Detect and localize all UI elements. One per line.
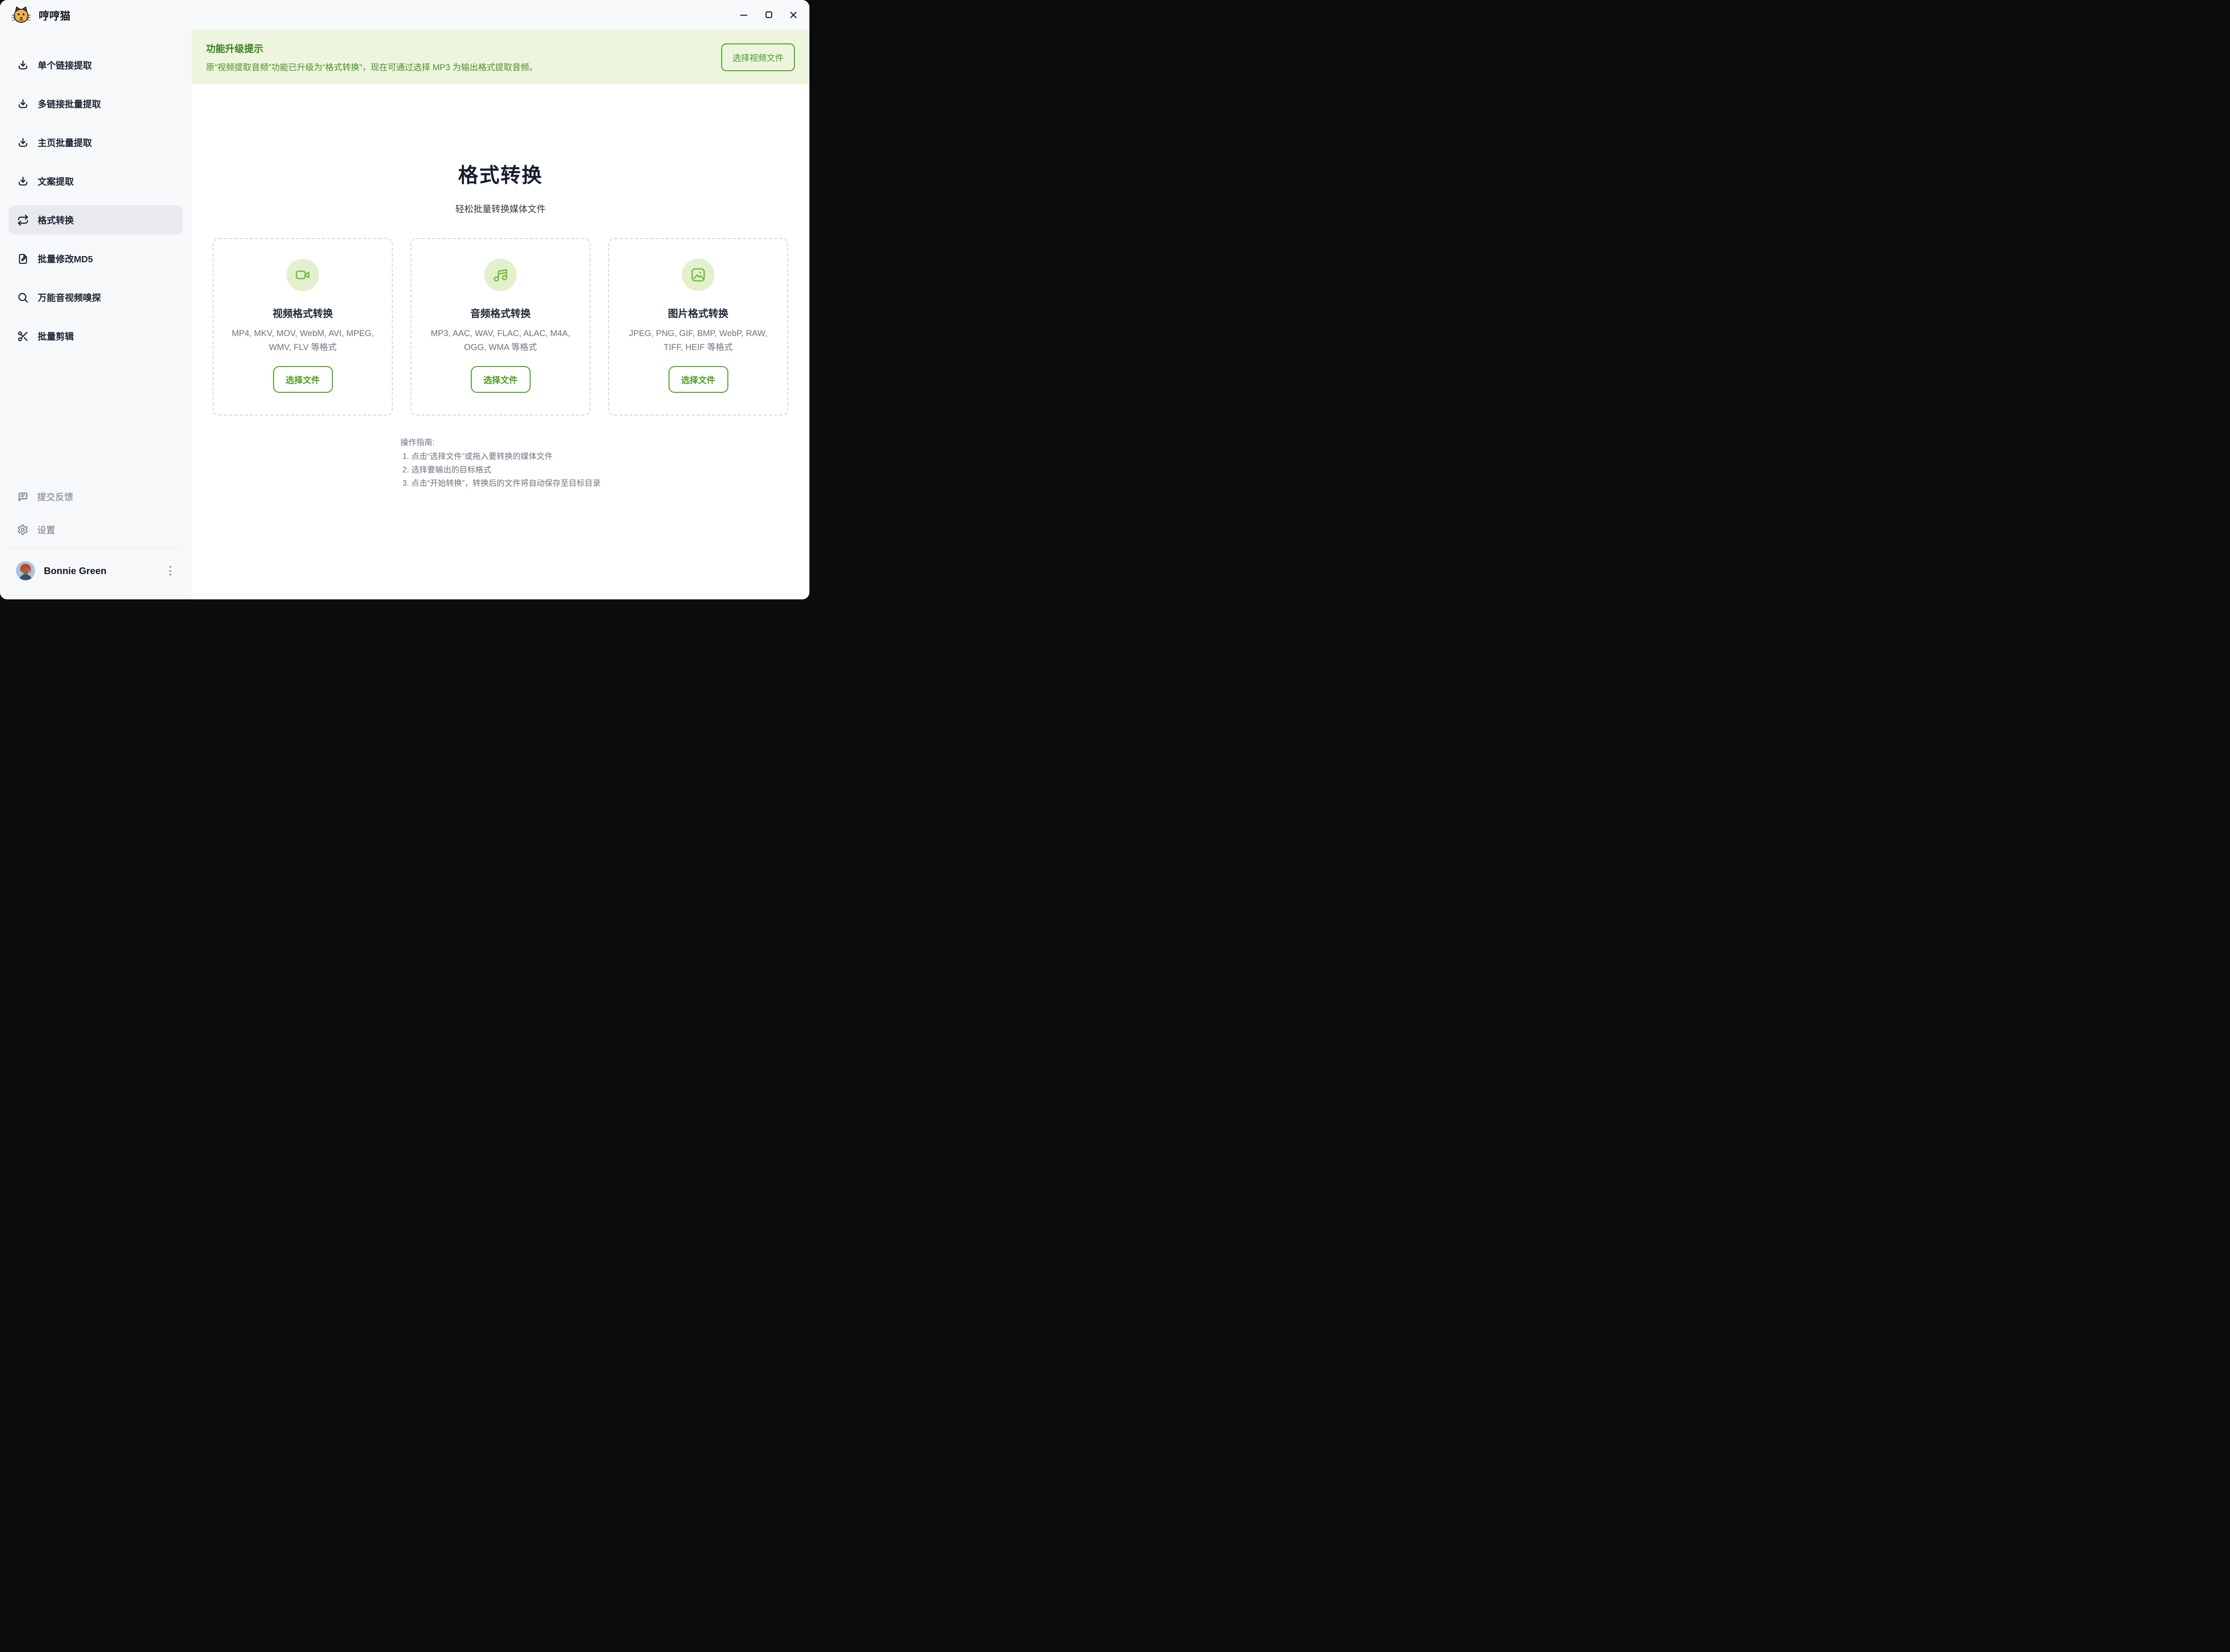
gear-icon	[17, 524, 28, 535]
card-desc: MP3, AAC, WAV, FLAC, ALAC, M4A, OGG, WMA…	[422, 327, 579, 354]
card-desc: MP4, MKV, MOV, WebM, AVI, MPEG, WMV, FLV…	[224, 327, 381, 354]
guide-heading: 操作指南:	[400, 436, 600, 450]
sidebar-item-media-sniffer[interactable]: 万能音视频嗅探	[9, 283, 183, 312]
app-body: 单个链接提取 多链接批量提取 主页批量提取	[0, 29, 809, 599]
select-file-button-video[interactable]: 选择文件	[273, 366, 333, 393]
close-button[interactable]	[789, 10, 798, 20]
sidebar-item-label: 万能音视频嗅探	[38, 291, 101, 304]
feedback-item[interactable]: 提交反馈	[9, 482, 183, 511]
card-title: 视频格式转换	[224, 305, 381, 320]
music-icon	[484, 259, 517, 291]
sidebar-item-single-link-extract[interactable]: 单个链接提取	[9, 51, 183, 80]
banner-text: 功能升级提示 原“视频提取音频”功能已升级为“格式转换”，现在可通过选择 MP3…	[206, 42, 709, 73]
card-title: 音频格式转换	[422, 305, 579, 320]
banner-title: 功能升级提示	[206, 42, 709, 55]
scissors-icon	[17, 330, 29, 342]
guide-step: 2. 选择要输出的目标格式	[400, 464, 600, 477]
settings-item[interactable]: 设置	[9, 515, 183, 544]
select-file-button-image[interactable]: 选择文件	[668, 366, 728, 393]
avatar	[16, 561, 35, 580]
page-title: 格式转换	[192, 160, 809, 188]
window-controls	[739, 10, 798, 20]
sidebar-item-label: 多链接批量提取	[38, 98, 101, 110]
user-name: Bonnie Green	[44, 565, 106, 577]
titlebar: 哼哼猫	[0, 0, 809, 29]
feedback-icon	[17, 491, 28, 502]
maximize-button[interactable]	[764, 10, 773, 20]
sidebar-item-label: 文案提取	[38, 175, 74, 188]
download-icon	[17, 98, 29, 110]
sidebar-item-batch-modify-md5[interactable]: 批量修改MD5	[9, 244, 183, 273]
operation-guide: 操作指南: 1. 点击“选择文件”或拖入要转换的媒体文件 2. 选择要输出的目标…	[400, 436, 600, 490]
download-icon	[17, 176, 29, 187]
video-convert-card: 视频格式转换 MP4, MKV, MOV, WebM, AVI, MPEG, W…	[213, 238, 393, 416]
app-window: 哼哼猫 单个链接提取	[0, 0, 809, 599]
image-icon	[682, 259, 714, 291]
settings-label: 设置	[37, 523, 55, 536]
upgrade-banner: 功能升级提示 原“视频提取音频”功能已升级为“格式转换”，现在可通过选择 MP3…	[192, 29, 809, 84]
sidebar-item-label: 批量剪辑	[38, 330, 74, 343]
sidebar-item-label: 单个链接提取	[38, 59, 92, 72]
download-icon	[17, 59, 29, 71]
guide-step: 3. 点击“开始转换”，转换后的文件将自动保存至目标目录	[400, 477, 600, 490]
sidebar-item-homepage-batch-extract[interactable]: 主页批量提取	[9, 128, 183, 157]
maximize-icon	[766, 11, 772, 18]
feedback-label: 提交反馈	[37, 490, 73, 503]
select-file-button-audio[interactable]: 选择文件	[471, 366, 531, 393]
sidebar-item-label: 批量修改MD5	[38, 252, 93, 265]
audio-convert-card: 音频格式转换 MP3, AAC, WAV, FLAC, ALAC, M4A, O…	[410, 238, 591, 416]
converter-cards: 视频格式转换 MP4, MKV, MOV, WebM, AVI, MPEG, W…	[213, 238, 788, 416]
minimize-button[interactable]	[739, 10, 748, 20]
sidebar-item-format-convert[interactable]: 格式转换	[9, 205, 183, 234]
sidebar-footer: 提交反馈 设置 Bonnie Green	[0, 482, 192, 599]
sidebar-item-label: 主页批量提取	[38, 136, 92, 149]
download-icon	[17, 137, 29, 149]
card-desc: JPEG, PNG, GIF, BMP, WebP, RAW, TIFF, HE…	[619, 327, 777, 354]
search-icon	[17, 292, 29, 304]
sidebar-item-label: 格式转换	[38, 214, 74, 227]
guide-step: 1. 点击“选择文件”或拖入要转换的媒体文件	[400, 450, 600, 464]
kebab-menu-icon[interactable]	[161, 562, 180, 580]
sidebar: 单个链接提取 多链接批量提取 主页批量提取	[0, 29, 192, 599]
repeat-icon	[17, 214, 29, 226]
banner-message: 原“视频提取音频”功能已升级为“格式转换”，现在可通过选择 MP3 为输出格式提…	[206, 60, 709, 73]
select-video-file-button[interactable]: 选择视频文件	[721, 43, 795, 71]
main-content: 功能升级提示 原“视频提取音频”功能已升级为“格式转换”，现在可通过选择 MP3…	[192, 29, 809, 599]
image-convert-card: 图片格式转换 JPEG, PNG, GIF, BMP, WebP, RAW, T…	[608, 238, 788, 416]
app-logo-cat-icon	[11, 6, 31, 24]
card-title: 图片格式转换	[619, 305, 777, 320]
sidebar-item-batch-clip[interactable]: 批量剪辑	[9, 322, 183, 351]
video-icon	[286, 259, 319, 291]
sidebar-nav: 单个链接提取 多链接批量提取 主页批量提取	[0, 29, 192, 360]
sidebar-item-copy-extract[interactable]: 文案提取	[9, 167, 183, 196]
sidebar-item-multi-link-batch-extract[interactable]: 多链接批量提取	[9, 89, 183, 118]
app-title: 哼哼猫	[39, 7, 71, 23]
user-profile[interactable]: Bonnie Green	[9, 549, 183, 599]
file-edit-icon	[17, 253, 29, 265]
page-subtitle: 轻松批量转换媒体文件	[192, 202, 809, 215]
